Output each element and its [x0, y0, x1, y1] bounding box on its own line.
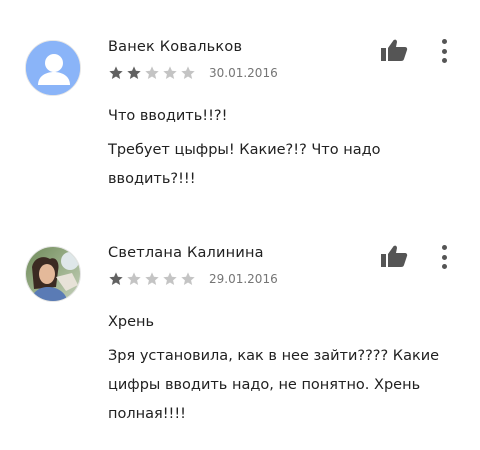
review-text: Требует цыфры! Какие?!? Что надо вводить… [108, 142, 381, 187]
review-date: 30.01.2016 [209, 66, 278, 80]
thumbs-up-icon [381, 39, 408, 61]
star-icon [163, 66, 177, 79]
more-vert-icon [441, 39, 447, 44]
thumbs-up-icon [381, 245, 408, 267]
star-rating [108, 271, 198, 287]
star-rating [108, 65, 198, 81]
star-icon [127, 66, 141, 79]
person-icon [26, 41, 80, 95]
review-text: Зря установила, как в нее зайти???? Каки… [108, 348, 440, 422]
star-icon [145, 272, 159, 285]
avatar[interactable] [25, 246, 81, 302]
star-icon [109, 272, 123, 285]
helpful-button[interactable] [380, 244, 408, 268]
user-photo-icon [26, 247, 80, 301]
review-body: Что вводить!!?! Требует цыфры! Какие?!? … [108, 102, 453, 194]
star-icon [181, 272, 195, 285]
avatar[interactable] [25, 40, 81, 96]
rating-row: 29.01.2016 [108, 270, 278, 288]
star-icon [163, 272, 177, 285]
more-vert-icon [441, 245, 447, 250]
helpful-button[interactable] [380, 38, 408, 62]
more-vert-icon-dot [441, 48, 447, 54]
review-body: Хрень Зря установила, как в нее зайти???… [108, 308, 453, 429]
more-vert-icon-dot [441, 58, 447, 63]
star-icon [127, 272, 141, 285]
star-icon [145, 66, 159, 79]
review-title: Что вводить!!?! [108, 108, 228, 124]
review-title: Хрень [108, 314, 155, 330]
more-options-button[interactable] [434, 244, 454, 270]
review-date: 29.01.2016 [209, 272, 278, 286]
star-icon [109, 66, 123, 79]
more-vert-icon-dot [441, 264, 447, 269]
more-options-button[interactable] [434, 38, 454, 64]
rating-row: 30.01.2016 [108, 64, 278, 82]
star-icon [181, 66, 195, 79]
review-author: Ванек Ковальков [108, 39, 243, 55]
more-vert-icon-dot [441, 254, 447, 260]
review-author: Светлана Калинина [108, 245, 264, 261]
